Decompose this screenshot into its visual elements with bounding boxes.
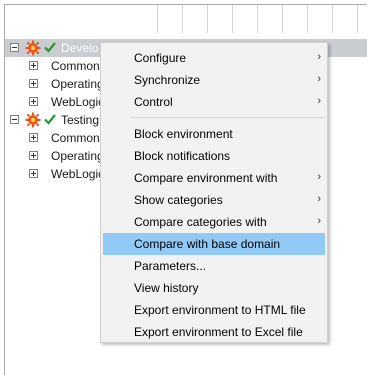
grid-header-cell [157, 5, 183, 33]
submenu-arrow-icon: › [317, 95, 321, 107]
tree-row-label: Common [51, 59, 100, 73]
menu-item-block-environment[interactable]: Block environment [103, 123, 325, 145]
submenu-arrow-icon: › [317, 193, 321, 205]
tree-row-label: Operating [51, 77, 104, 91]
tree-row-label: Develo [61, 41, 99, 55]
menu-item-view-history[interactable]: View history [103, 277, 325, 299]
grid-header-cell [332, 5, 358, 33]
menu-item-label: Compare with base domain [134, 237, 281, 251]
expand-toggle-icon[interactable] [29, 79, 38, 88]
tree-row-label: WebLogic [51, 167, 105, 181]
menu-separator [131, 117, 325, 118]
expand-toggle-icon[interactable] [29, 97, 38, 106]
tree-row-label: WebLogic [51, 95, 105, 109]
menu-item-compare-environment-with[interactable]: Compare environment with › [103, 167, 325, 189]
tree-row-label: Testing [61, 113, 100, 127]
submenu-arrow-icon: › [317, 51, 321, 63]
menu-item-label: Export environment to HTML file [134, 303, 306, 317]
menu-item-label: Export environment to Excel file [134, 325, 303, 339]
grid-header-cell [257, 5, 283, 33]
menu-item-show-categories[interactable]: Show categories › [103, 189, 325, 211]
menu-item-label: Block environment [134, 127, 233, 141]
menu-item-label: Block notifications [134, 149, 231, 163]
menu-item-label: Control [134, 95, 173, 109]
collapse-toggle-icon[interactable] [10, 43, 19, 52]
menu-item-export-excel[interactable]: Export environment to Excel file [103, 321, 325, 343]
menu-item-label: Compare environment with [134, 171, 278, 185]
menu-item-label: View history [134, 281, 199, 295]
grid-header-cell [232, 5, 258, 33]
menu-item-label: Synchronize [134, 73, 201, 87]
grid-header-cell [5, 5, 158, 33]
menu-item-label: Parameters... [134, 259, 207, 273]
grid-header-cell [307, 5, 333, 33]
expand-toggle-icon[interactable] [29, 151, 38, 160]
grid-header-cell [207, 5, 233, 33]
menu-item-label: Compare categories with [134, 215, 267, 229]
submenu-arrow-icon: › [317, 215, 321, 227]
gear-icon [25, 112, 41, 128]
grid-header-cell [182, 5, 208, 33]
menu-item-control[interactable]: Control › [103, 91, 325, 113]
expand-toggle-icon[interactable] [29, 133, 38, 142]
tree-row-label: Common [51, 131, 100, 145]
menu-item-parameters[interactable]: Parameters... [103, 255, 325, 277]
menu-item-compare-with-base-domain[interactable]: Compare with base domain [103, 233, 325, 255]
menu-item-label: Configure [134, 51, 187, 65]
menu-item-label: Show categories [134, 193, 223, 207]
grid-header-cell [282, 5, 308, 33]
gear-icon [25, 40, 41, 56]
check-icon [44, 114, 56, 125]
expand-toggle-icon[interactable] [29, 61, 38, 70]
context-menu: Configure › Synchronize › Control › Bloc… [100, 42, 328, 343]
expand-toggle-icon[interactable] [29, 169, 38, 178]
submenu-arrow-icon: › [317, 73, 321, 85]
collapse-toggle-icon[interactable] [10, 115, 19, 124]
menu-item-configure[interactable]: Configure › [103, 47, 325, 69]
submenu-arrow-icon: › [317, 171, 321, 183]
tree-row-label: Operating [51, 149, 104, 163]
menu-item-block-notifications[interactable]: Block notifications [103, 145, 325, 167]
menu-item-synchronize[interactable]: Synchronize › [103, 69, 325, 91]
menu-item-compare-categories-with[interactable]: Compare categories with › [103, 211, 325, 233]
check-icon [44, 42, 56, 53]
grid-header [5, 5, 367, 33]
menu-item-export-html[interactable]: Export environment to HTML file [103, 299, 325, 321]
